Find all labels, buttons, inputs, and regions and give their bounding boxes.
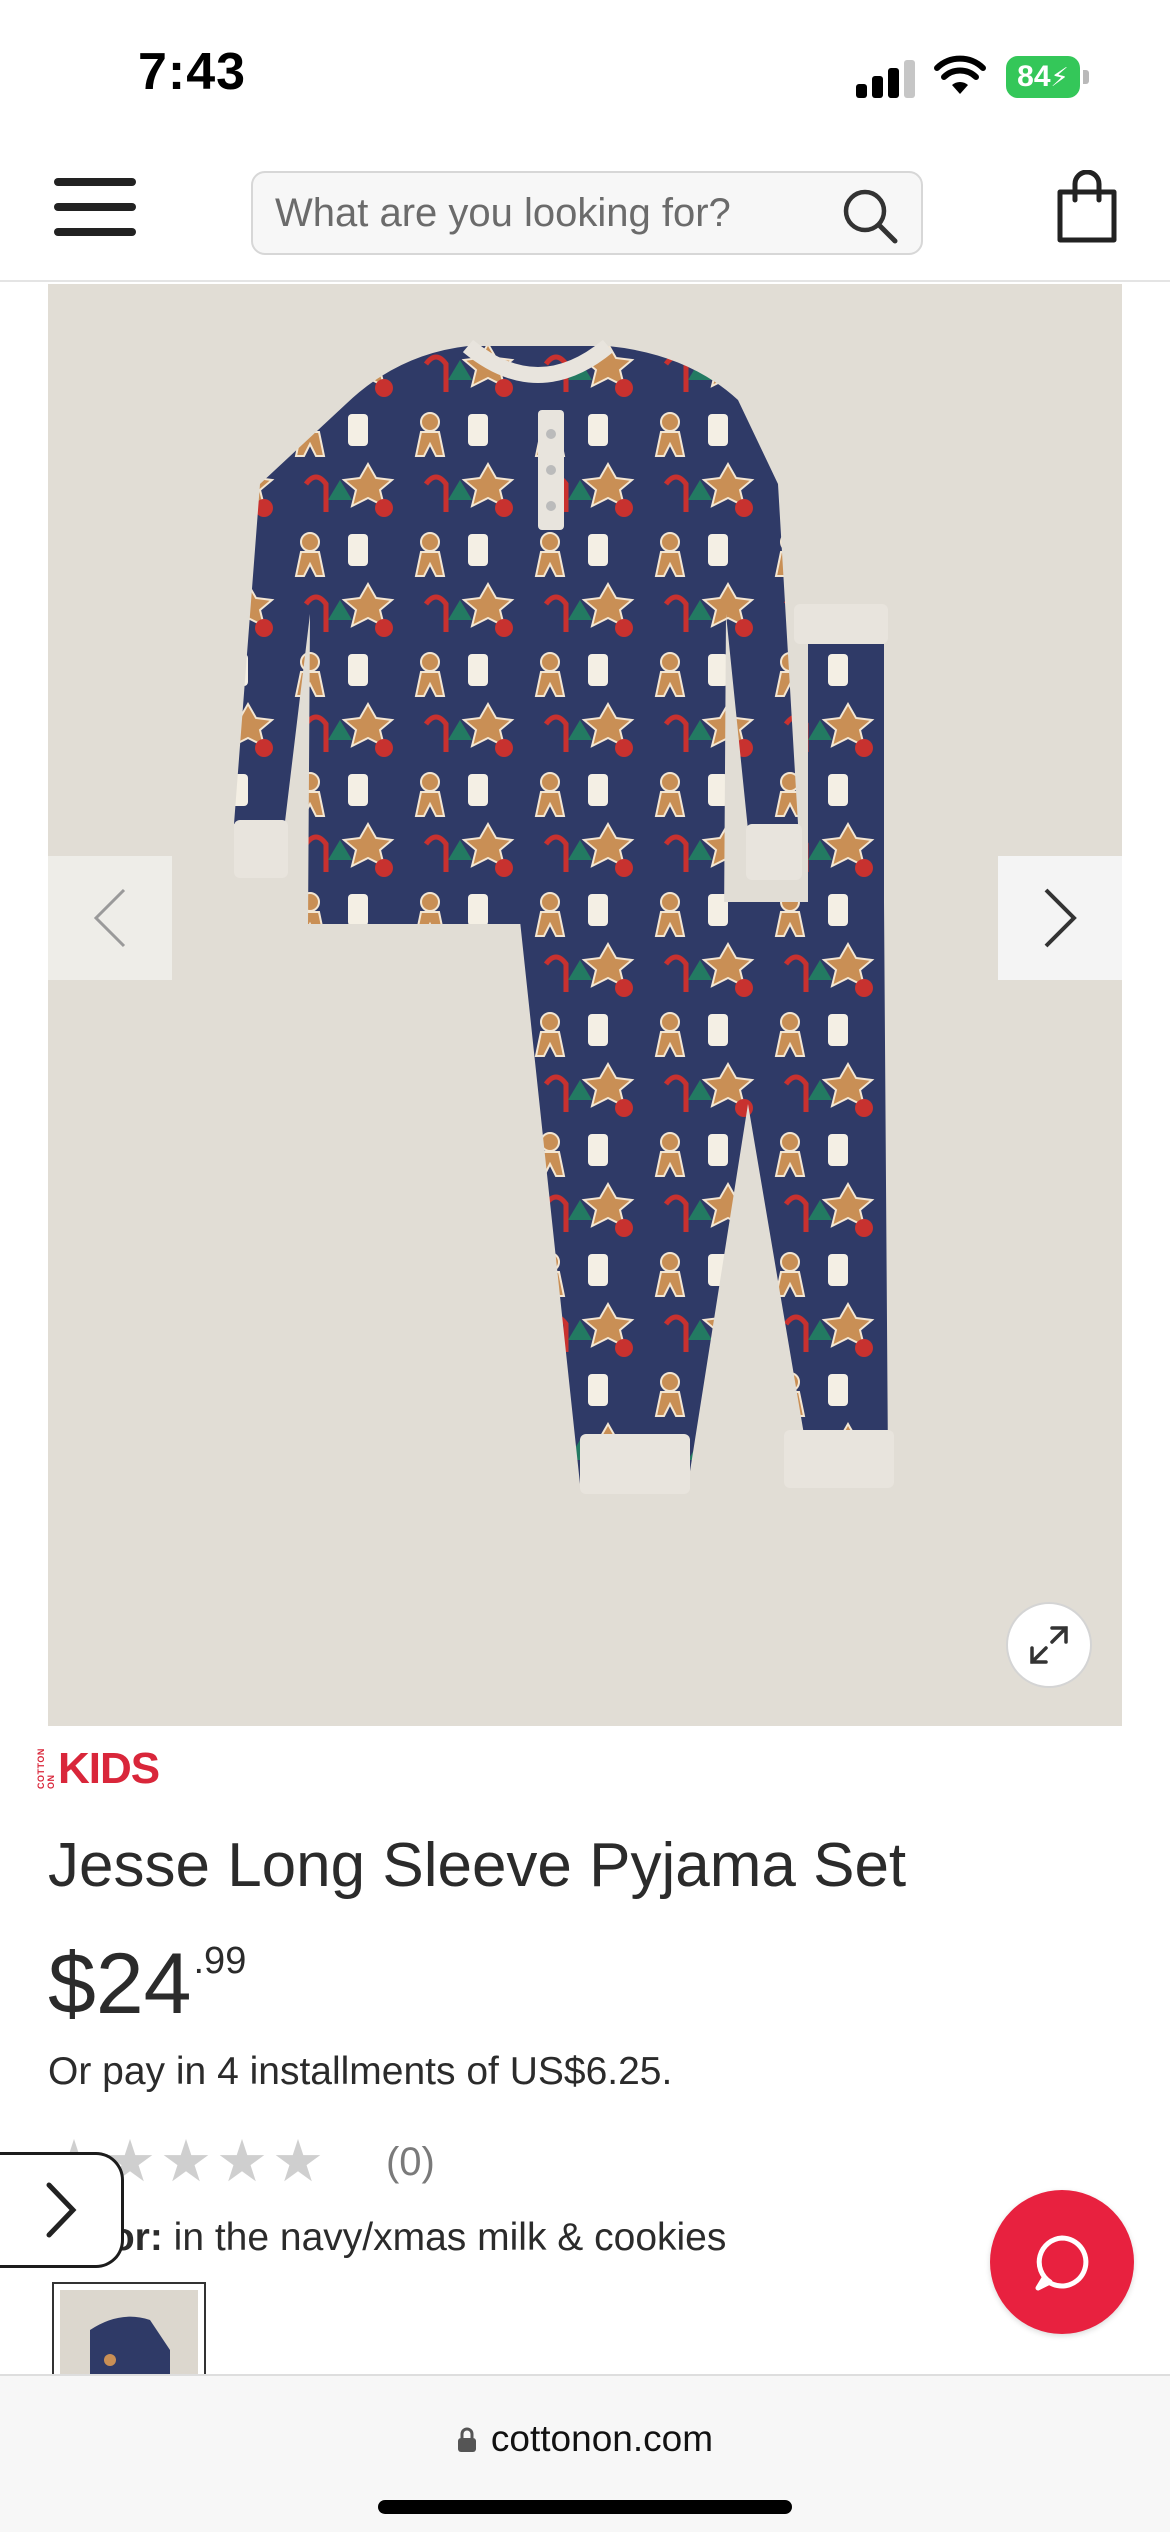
color-value: in the navy/xmas milk & cookies — [173, 2216, 727, 2259]
price-cents: .99 — [193, 1940, 247, 1982]
status-bar: 7:43 84 ⚡ — [0, 0, 1170, 150]
status-time: 7:43 — [138, 43, 247, 101]
battery-level: 84 — [1017, 60, 1051, 93]
lock-icon — [457, 2427, 476, 2452]
url-text: cottonon.com — [490, 2418, 714, 2459]
url-display[interactable]: cottonon.com — [0, 2418, 1170, 2460]
browser-address-bar[interactable]: cottonon.com — [0, 2374, 1170, 2532]
brand-logo-text: KIDS — [58, 1744, 160, 1793]
installments-text: Or pay in 4 installments of US$6.25. — [48, 2050, 673, 2093]
rating-count[interactable]: (0) — [386, 2140, 435, 2185]
chevron-right-icon — [46, 2182, 76, 2238]
expand-image-button[interactable] — [1006, 1602, 1092, 1688]
hamburger-menu-icon[interactable] — [54, 176, 136, 238]
side-panel-toggle-button[interactable] — [0, 2152, 124, 2268]
battery-charging-icon: 84 ⚡ — [1006, 56, 1090, 98]
next-image-button[interactable] — [998, 856, 1122, 980]
product-price: $24 .99 — [48, 1936, 246, 2032]
brand-logo: COTTON ON KIDS — [36, 1744, 160, 1793]
signal-icon — [856, 58, 916, 98]
wifi-icon — [934, 55, 986, 94]
chevron-right-icon — [1044, 888, 1077, 948]
color-selection-text: Color: in the navy/xmas milk & cookies — [48, 2216, 726, 2260]
home-indicator[interactable] — [378, 2500, 792, 2514]
chevron-left-icon — [93, 888, 126, 948]
search-input[interactable] — [275, 183, 815, 243]
product-image-gallery[interactable] — [48, 284, 1122, 1726]
search-icon[interactable] — [841, 187, 899, 245]
site-header — [0, 150, 1170, 282]
previous-image-button[interactable] — [48, 856, 172, 980]
product-title: Jesse Long Sleeve Pyjama Set — [48, 1831, 907, 1900]
chat-button[interactable] — [990, 2190, 1134, 2334]
product-photo — [234, 339, 894, 1494]
shopping-bag-icon[interactable] — [1056, 170, 1118, 244]
search-bar[interactable] — [251, 171, 923, 255]
brand-logo-small-text: COTTON ON — [36, 1748, 56, 1789]
expand-icon — [1030, 1626, 1068, 1664]
price-dollars: $24 — [48, 1936, 192, 2032]
chat-bubble-icon — [1035, 2235, 1089, 2291]
